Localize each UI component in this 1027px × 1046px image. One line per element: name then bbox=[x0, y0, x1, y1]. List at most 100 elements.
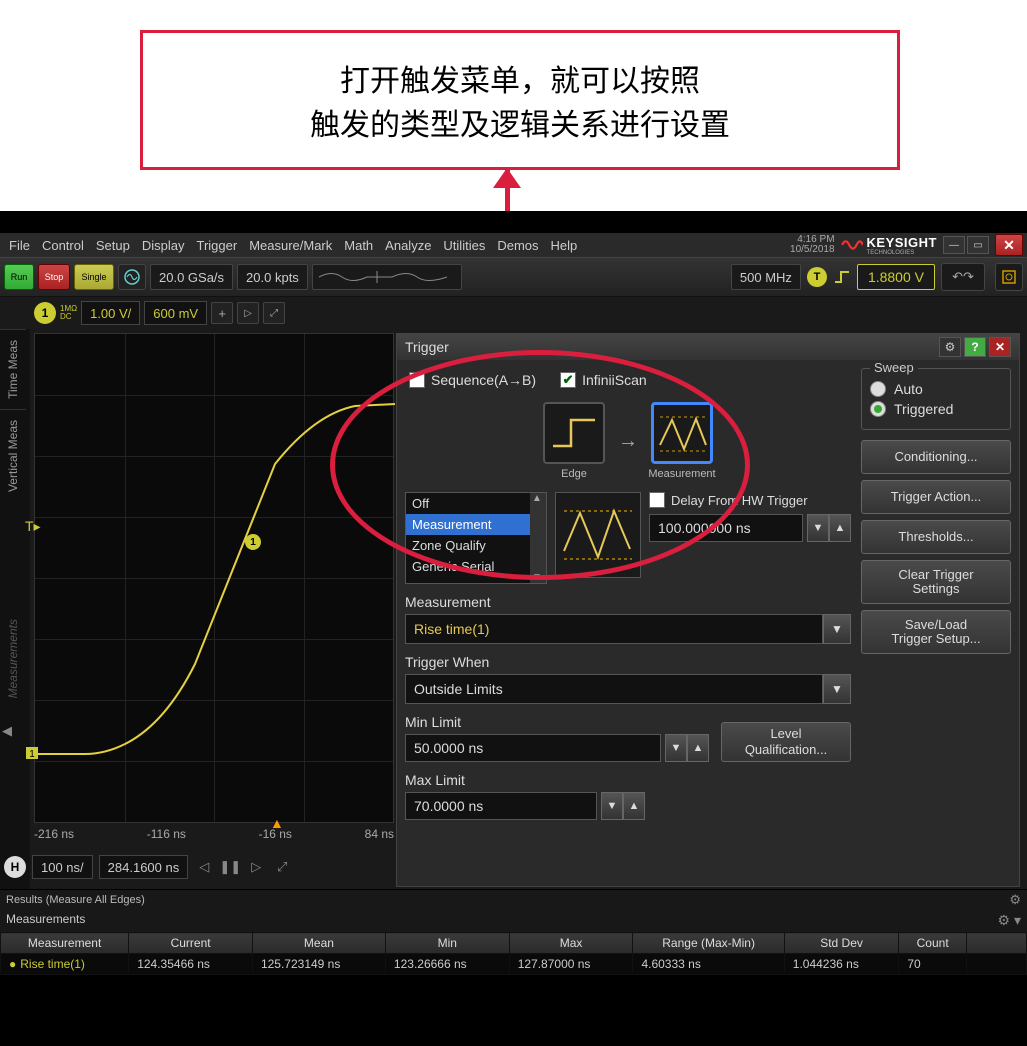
run-button[interactable]: Run bbox=[4, 264, 34, 290]
window-minimize-icon[interactable]: — bbox=[943, 236, 965, 254]
channel-marker[interactable]: 1 bbox=[245, 534, 261, 550]
trigger-when-select[interactable]: Outside Limits bbox=[405, 674, 823, 704]
time-position[interactable]: 284.1600 ns bbox=[99, 855, 189, 879]
chevron-down-icon[interactable]: ▼ bbox=[823, 614, 851, 644]
spin-up-icon[interactable]: ▲ bbox=[623, 792, 645, 820]
gear-icon[interactable]: ⚙ bbox=[939, 337, 961, 357]
clear-trigger-button[interactable]: Clear Trigger Settings bbox=[861, 560, 1011, 604]
time-axis-labels: -216 ns-116 ns-16 ns84 ns bbox=[34, 827, 394, 841]
measurements-panel: Measurements ⚙ ▾ Measurement Current Mea… bbox=[0, 909, 1027, 975]
infiniiscan-checkbox[interactable]: ✔ InfiniiScan bbox=[560, 372, 647, 388]
menu-setup[interactable]: Setup bbox=[91, 238, 135, 253]
measurement-select[interactable]: Rise time(1) bbox=[405, 614, 823, 644]
sequence-checkbox[interactable]: Sequence(A→B) bbox=[409, 372, 536, 388]
channel-1-badge[interactable]: 1 bbox=[34, 302, 56, 324]
menu-display[interactable]: Display bbox=[137, 238, 190, 253]
side-tab-time-meas[interactable]: Time Meas bbox=[0, 329, 26, 409]
spin-down-icon[interactable]: ▼ bbox=[807, 514, 829, 542]
single-button[interactable]: Single bbox=[74, 264, 114, 290]
time-scale[interactable]: 100 ns/ bbox=[32, 855, 93, 879]
scrollbar[interactable] bbox=[530, 493, 546, 583]
flow-arrow-icon: → bbox=[618, 430, 638, 453]
chevron-down-icon[interactable]: ▼ bbox=[823, 674, 851, 704]
menu-math[interactable]: Math bbox=[339, 238, 378, 253]
trigger-dialog-titlebar[interactable]: Trigger ⚙ ? ✕ bbox=[397, 334, 1019, 360]
measurement-label: Measurement bbox=[405, 594, 851, 610]
level-qualification-button[interactable]: Level Qualification... bbox=[721, 722, 851, 762]
window-close-button[interactable]: ✕ bbox=[995, 234, 1023, 256]
keysight-logo: KEYSIGHT TECHNOLOGIES bbox=[841, 235, 937, 256]
spin-down-icon[interactable]: ▼ bbox=[665, 734, 687, 762]
horizontal-badge[interactable]: H bbox=[4, 856, 26, 878]
sample-rate[interactable]: 20.0 GSa/s bbox=[150, 264, 233, 290]
trigger-when-label: Trigger When bbox=[405, 654, 851, 670]
memory-depth[interactable]: 20.0 kpts bbox=[237, 264, 308, 290]
infiniiscan-mode-list[interactable]: Off Measurement Zone Qualify Generic Ser… bbox=[405, 492, 547, 584]
nav-next-icon[interactable]: ▷ bbox=[246, 857, 266, 877]
bandwidth[interactable]: 500 MHz bbox=[731, 264, 801, 290]
table-row[interactable]: ●Rise time(1) 124.35466 ns 125.723149 ns… bbox=[1, 954, 1027, 975]
window-maximize-icon[interactable]: ▭ bbox=[967, 236, 989, 254]
channel-next-icon[interactable]: ▷ bbox=[237, 302, 259, 324]
gear-icon[interactable]: ⚙ bbox=[1009, 892, 1021, 908]
menu-help[interactable]: Help bbox=[546, 238, 583, 253]
channel-expand-icon[interactable]: ⤢ bbox=[263, 302, 285, 324]
save-load-trigger-button[interactable]: Save/Load Trigger Setup... bbox=[861, 610, 1011, 654]
rising-edge-icon bbox=[833, 268, 851, 286]
max-limit-input[interactable]: 70.0000 ns bbox=[405, 792, 597, 820]
checkbox-checked-icon: ✔ bbox=[560, 372, 576, 388]
menu-file[interactable]: File bbox=[4, 238, 35, 253]
menu-measure[interactable]: Measure/Mark bbox=[244, 238, 337, 253]
sweep-triggered-radio[interactable]: Triggered bbox=[870, 401, 1002, 417]
min-limit-label: Min Limit bbox=[405, 714, 709, 730]
trigger-badge[interactable]: T bbox=[807, 267, 827, 287]
trigger-stage-measurement[interactable]: Measurement bbox=[648, 402, 716, 480]
checkbox-icon bbox=[649, 492, 665, 508]
main-display-area: Time Meas Vertical Meas Measurements T▸ … bbox=[0, 329, 1027, 889]
nav-expand-icon[interactable]: ⤢ bbox=[272, 857, 292, 877]
trigger-level-marker[interactable]: T▸ bbox=[25, 518, 41, 535]
radio-icon bbox=[870, 381, 886, 397]
bullet-icon: ● bbox=[9, 957, 16, 971]
spin-down-icon[interactable]: ▼ bbox=[601, 792, 623, 820]
timebase-overview[interactable] bbox=[312, 264, 462, 290]
annotation-callout: 打开触发菜单，就可以按照 触发的类型及逻辑关系进行设置 bbox=[140, 30, 900, 170]
nav-prev-icon[interactable]: ◁ bbox=[194, 857, 214, 877]
trigger-stage-edge[interactable]: Edge bbox=[540, 402, 608, 480]
close-icon[interactable]: ✕ bbox=[989, 337, 1011, 357]
spin-up-icon[interactable]: ▲ bbox=[829, 514, 851, 542]
undo-redo-button[interactable]: ↶↷ bbox=[941, 263, 985, 291]
side-tab-vertical-meas[interactable]: Vertical Meas bbox=[0, 409, 26, 502]
svg-text:1: 1 bbox=[29, 749, 35, 760]
channel-offset[interactable]: 600 mV bbox=[144, 301, 207, 325]
trigger-action-button[interactable]: Trigger Action... bbox=[861, 480, 1011, 514]
min-limit-input[interactable]: 50.0000 ns bbox=[405, 734, 661, 762]
trigger-level[interactable]: 1.8800 V bbox=[857, 264, 935, 290]
channel-coupling: 1MΩDC bbox=[60, 305, 77, 321]
delay-checkbox[interactable]: Delay From HW Trigger bbox=[649, 492, 851, 508]
menu-control[interactable]: Control bbox=[37, 238, 89, 253]
sweep-auto-radio[interactable]: Auto bbox=[870, 381, 1002, 397]
stop-button[interactable]: Stop bbox=[38, 264, 70, 290]
waveform-graticule[interactable]: T▸ 1 1 bbox=[34, 333, 394, 823]
channel-scale[interactable]: 1.00 V/ bbox=[81, 301, 140, 325]
menu-demos[interactable]: Demos bbox=[492, 238, 543, 253]
help-icon[interactable]: ? bbox=[964, 337, 986, 357]
menu-analyze[interactable]: Analyze bbox=[380, 238, 436, 253]
collapse-left-icon[interactable]: ◀ bbox=[2, 723, 12, 739]
menu-trigger[interactable]: Trigger bbox=[191, 238, 242, 253]
add-channel-button[interactable]: + bbox=[211, 302, 233, 324]
conditioning-button[interactable]: Conditioning... bbox=[861, 440, 1011, 474]
spin-up-icon[interactable]: ▲ bbox=[687, 734, 709, 762]
ground-marker[interactable]: 1 bbox=[25, 746, 39, 760]
delay-value-input[interactable]: 100.000000 ns bbox=[649, 514, 803, 542]
menu-utilities[interactable]: Utilities bbox=[438, 238, 490, 253]
thresholds-button[interactable]: Thresholds... bbox=[861, 520, 1011, 554]
search-icon[interactable] bbox=[995, 263, 1023, 291]
gear-icon[interactable]: ⚙ ▾ bbox=[998, 912, 1021, 929]
autoscale-icon[interactable] bbox=[118, 264, 146, 290]
nav-pause-icon[interactable]: ❚❚ bbox=[220, 857, 240, 877]
results-header[interactable]: Results (Measure All Edges) ⚙ bbox=[0, 889, 1027, 909]
side-tab-measurements[interactable]: Measurements bbox=[0, 609, 26, 708]
measurements-title-bar[interactable]: Measurements ⚙ ▾ bbox=[0, 909, 1027, 932]
